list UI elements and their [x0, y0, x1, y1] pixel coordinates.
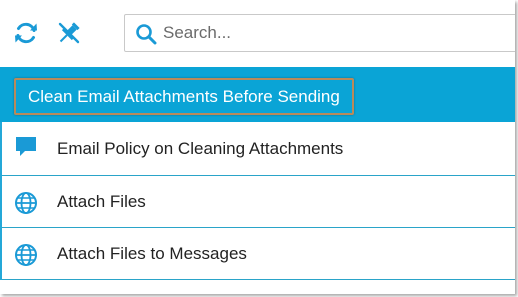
toolbar [0, 0, 515, 64]
search-input[interactable] [163, 18, 503, 48]
unpin-icon [58, 22, 80, 44]
results-list: Clean Email Attachments Before Sending E… [0, 67, 515, 280]
search-panel: Clean Email Attachments Before Sending E… [0, 0, 515, 294]
list-item-selected[interactable]: Clean Email Attachments Before Sending [0, 67, 515, 122]
list-item-label: Attach Files [57, 192, 146, 211]
list-item[interactable]: Email Policy on Cleaning Attachments [0, 122, 515, 176]
refresh-button[interactable] [12, 19, 40, 47]
list-item-label: Email Policy on Cleaning Attachments [57, 139, 344, 158]
list-item-label: Clean Email Attachments Before Sending [14, 78, 354, 115]
search-icon [136, 24, 157, 45]
list-item[interactable]: Attach Files [0, 176, 515, 228]
globe-icon [15, 192, 37, 214]
globe-icon [15, 244, 37, 266]
row-divider [2, 279, 515, 280]
search-box [124, 14, 515, 52]
list-item-label: Attach Files to Messages [57, 244, 247, 263]
unpin-button[interactable] [55, 19, 83, 47]
list-item[interactable]: Attach Files to Messages [0, 228, 515, 280]
speech-bubble-icon [16, 137, 36, 156]
refresh-icon [15, 22, 37, 44]
